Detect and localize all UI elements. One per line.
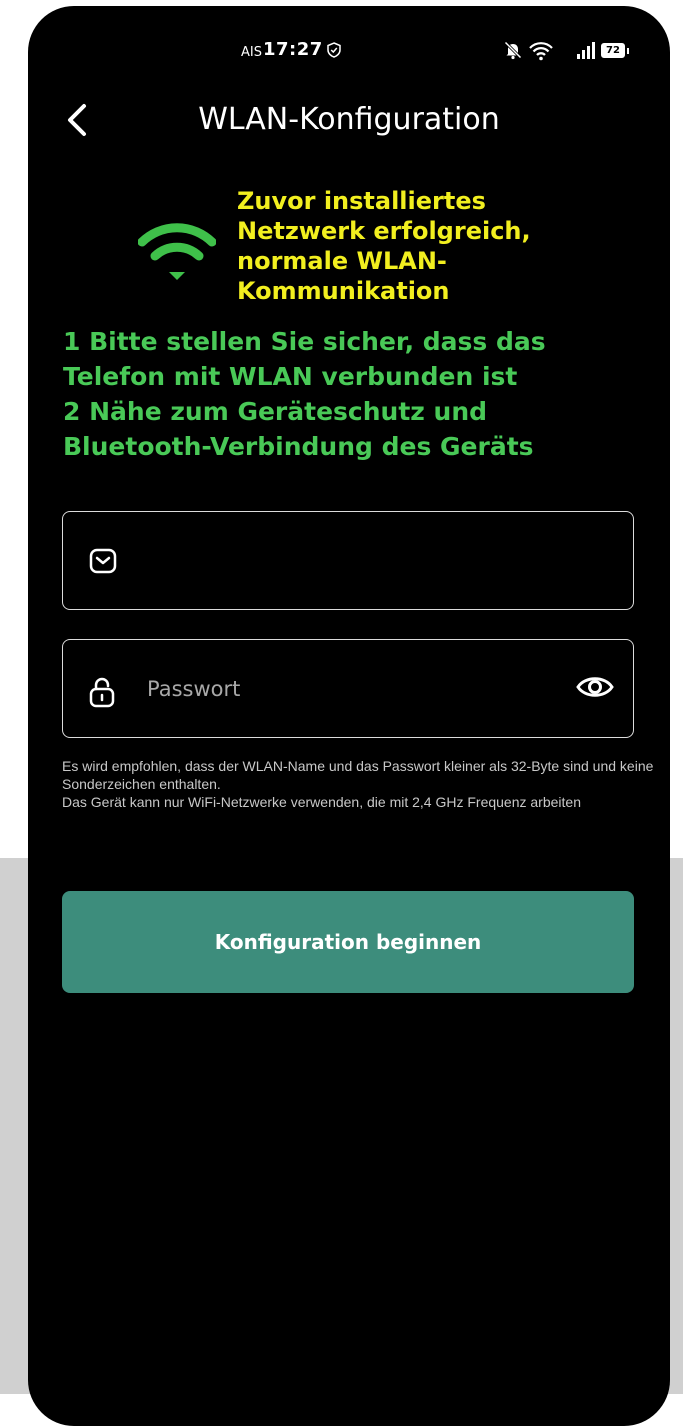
shield-check-icon [327,42,341,62]
battery-tip [627,48,629,54]
mail-icon [89,548,117,578]
signal-icon [575,42,597,64]
battery-indicator: 72 [601,43,625,58]
password-input[interactable] [145,668,569,710]
wlan-name-field[interactable] [62,511,634,610]
password-field[interactable] [62,639,634,738]
wlan-name-input[interactable] [145,540,569,582]
wifi-hint: Es wird empfohlen, dass der WLAN-Name un… [62,757,662,811]
status-carrier: AIS [241,45,262,60]
lock-icon [89,676,115,712]
wifi-status-icon [529,41,553,65]
eye-icon[interactable] [575,672,615,706]
hint-line-2: Das Gerät kann nur WiFi-Netzwerke verwen… [62,794,581,810]
hint-line-1: Es wird empfohlen, dass der WLAN-Name un… [62,758,654,792]
connection-instructions: 1 Bitte stellen Sie sicher, dass das Tel… [63,327,546,461]
phone-screen: AIS 17:27 72 WLAN-Konfiguration Zuvor in… [28,6,670,1426]
network-success-message: Zuvor installiertes Netzwerk erfolgreich… [237,187,531,305]
status-bar: AIS 17:27 72 [28,38,670,68]
start-configuration-button[interactable]: Konfiguration beginnen [62,891,634,993]
wifi-icon [137,220,217,286]
page-title: WLAN-Konfiguration [198,102,500,137]
bell-muted-icon [503,40,523,64]
status-time: 17:27 [263,39,323,60]
